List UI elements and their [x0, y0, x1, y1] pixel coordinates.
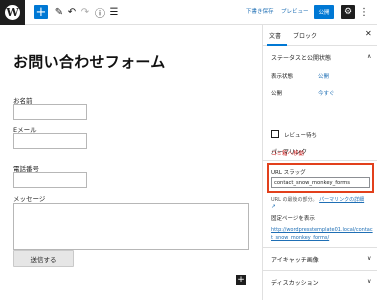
- view-page-label: 固定ページを表示: [271, 216, 315, 222]
- wordpress-logo-icon: W: [5, 5, 20, 20]
- status-section-title[interactable]: ステータスと公開状態: [271, 53, 331, 62]
- more-options-icon[interactable]: ⋮: [359, 5, 369, 19]
- help-prefix: URL の最後の部分。: [271, 197, 318, 203]
- featured-image-section-title[interactable]: アイキャッチ画像: [271, 255, 319, 264]
- visibility-value-link[interactable]: 公開: [318, 72, 329, 80]
- slug-help-text: URL の最後の部分。 パーマリンクの詳細: [271, 196, 364, 203]
- pending-review-checkbox[interactable]: [271, 130, 279, 138]
- section-divider: [263, 247, 377, 248]
- publish-date-link[interactable]: 今すぐ: [318, 89, 335, 97]
- visibility-label: 表示状態: [271, 74, 294, 80]
- list-view-icon[interactable]: ☰: [109, 4, 119, 20]
- chevron-up-icon[interactable]: ∧: [367, 53, 371, 60]
- external-link-icon: ↗: [271, 204, 276, 210]
- undo-icon[interactable]: ↶: [67, 4, 77, 20]
- email-field[interactable]: [13, 133, 87, 149]
- discussion-section-title[interactable]: ディスカッション: [271, 278, 319, 287]
- add-block-button[interactable]: +: [34, 5, 48, 19]
- inline-add-block-icon[interactable]: +: [236, 275, 246, 285]
- url-slug-input[interactable]: contact_snow_monkey_forms: [271, 177, 370, 188]
- submit-button[interactable]: 送信する: [13, 250, 74, 267]
- page-title[interactable]: お問い合わせフォーム: [13, 51, 166, 72]
- section-divider: [263, 160, 377, 161]
- settings-gear-icon[interactable]: ⚙: [341, 5, 355, 19]
- name-field[interactable]: [13, 104, 87, 120]
- editor-canvas: お問い合わせフォーム お名前 Eメール 電話番号 メッセージ 送信する +: [0, 25, 262, 300]
- top-toolbar: W + ✎ ↶ ↷ ⓘ ☰ 下書き保存 プレビュー 公開 ⚙ ⋮: [0, 0, 377, 25]
- section-divider: [263, 270, 377, 271]
- permalink-url-link[interactable]: http://wordpresstemplate01.local/contact…: [271, 226, 373, 242]
- edit-tool-icon[interactable]: ✎: [54, 4, 64, 20]
- tab-block[interactable]: ブロック: [293, 31, 317, 40]
- permalink-help-link[interactable]: パーマリンクの詳細: [319, 197, 364, 203]
- publish-date-label: 公開: [271, 91, 283, 97]
- close-sidebar-icon[interactable]: ✕: [365, 29, 372, 38]
- url-slug-label: URL スラッグ: [271, 170, 306, 176]
- publish-button[interactable]: 公開: [314, 5, 334, 19]
- permalink-section-title[interactable]: パーマリンク: [271, 147, 307, 156]
- save-draft-button[interactable]: 下書き保存: [246, 7, 274, 15]
- sidebar-tabs: 文書 ブロック ✕: [263, 25, 377, 46]
- info-icon[interactable]: ⓘ: [95, 4, 105, 20]
- chevron-down-icon[interactable]: ∨: [367, 278, 371, 285]
- message-textarea[interactable]: [13, 203, 249, 250]
- phone-field[interactable]: [13, 172, 87, 188]
- tab-document[interactable]: 文書: [269, 31, 281, 40]
- message-field-label: メッセージ: [13, 195, 46, 203]
- pending-review-label: レビュー待ち: [284, 133, 318, 139]
- chevron-down-icon[interactable]: ∨: [367, 255, 371, 262]
- preview-button[interactable]: プレビュー: [281, 7, 309, 15]
- redo-icon[interactable]: ↷: [80, 4, 90, 20]
- active-tab-indicator: [267, 44, 287, 46]
- settings-sidebar: 文書 ブロック ✕ ステータスと公開状態 ∧ 表示状態 公開 公開 今すぐ レビ…: [262, 25, 377, 300]
- wordpress-logo-button[interactable]: W: [0, 0, 25, 25]
